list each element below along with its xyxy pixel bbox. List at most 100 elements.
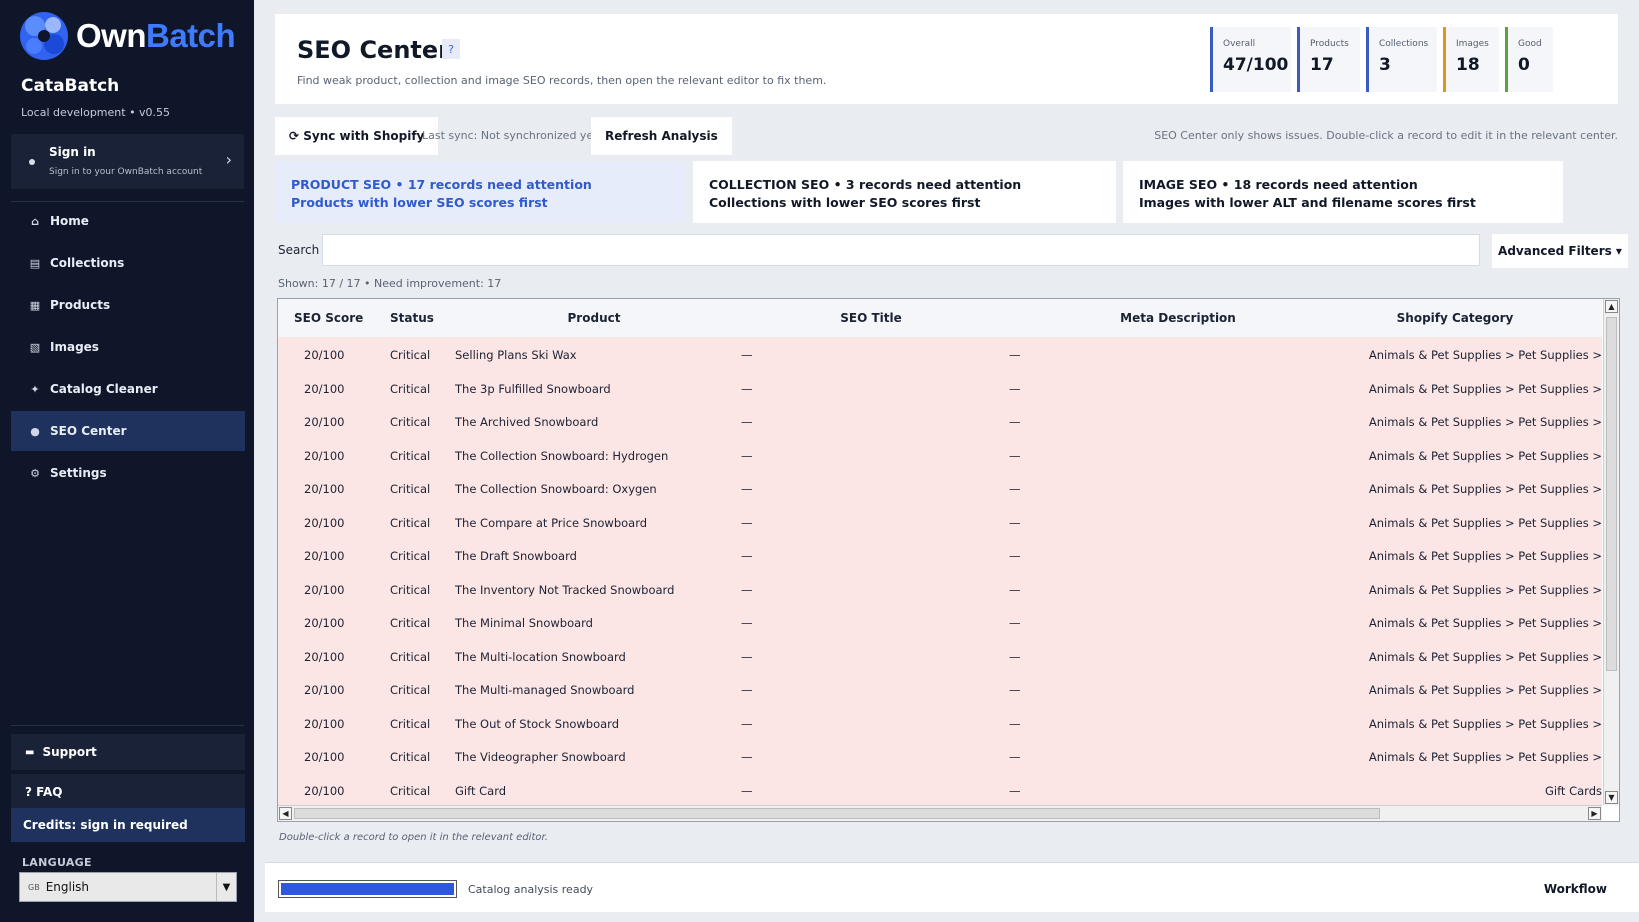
images-icon: ▧ [29,340,41,354]
table-row[interactable]: 20/100 Critical The 3p Fulfilled Snowboard… [278,371,1602,406]
column-header-product[interactable]: Product [444,311,744,325]
cell-seo-title: — [741,582,753,597]
column-header-meta-description[interactable]: Meta Description [1028,311,1328,325]
sidebar-item-label: Settings [50,466,107,480]
stat-label: Overall [1223,39,1256,49]
cell-meta-description: — [1009,381,1021,396]
language-label: LANGUAGE [22,856,92,869]
credits-badge[interactable]: Credits: sign in required [11,808,245,842]
gear-icon: ⚙ [30,466,40,480]
column-header-seo-score[interactable]: SEO Score [294,311,363,325]
faq-label: ? FAQ [25,785,63,799]
sidebar-item-label: Catalog Cleaner [50,382,158,396]
cell-shopify-category: Animals & Pet Supplies > Pet Supplies > [1368,683,1602,697]
seo-icon: ● [30,424,40,438]
sidebar-item-label: Images [50,340,99,354]
table-row[interactable]: 20/100 Critical The Collection Snowboard: … [278,471,1602,506]
table-body: 20/100 Critical Selling Plans Ski Wax — — Ani… [278,337,1602,805]
sidebar-item-images[interactable]: ▧ Images [11,327,245,367]
table-row[interactable]: 20/100 Critical Gift Card — — Gift Cards [278,773,1602,806]
horizontal-scroll-thumb[interactable] [294,808,1380,819]
cell-shopify-category: Animals & Pet Supplies > Pet Supplies > [1368,515,1602,530]
cell-meta-description: — [1009,515,1021,530]
search-input[interactable] [322,234,1480,266]
sign-in-title: Sign in [49,145,96,159]
help-icon[interactable]: ? [442,39,460,59]
cell-product: The Multi-managed Snowboard [455,683,635,697]
column-header-shopify-category[interactable]: Shopify Category [1305,311,1605,325]
scroll-right-icon[interactable]: ▶ [1588,807,1601,820]
cell-meta-description: — [1009,415,1021,429]
dropdown-arrow-icon[interactable]: ▼ [216,873,236,901]
table-row[interactable]: 20/100 Critical The Minimal Snowboard — — Ani… [278,605,1602,640]
scroll-up-icon[interactable]: ▲ [1605,300,1618,313]
cell-meta-description: — [1009,783,1021,798]
table-row[interactable]: 20/100 Critical The Inventory Not Tracked … [278,572,1602,607]
analysis-progress-bar [278,880,457,898]
page-title: SEO Center [297,36,450,64]
cell-meta-description: — [1009,482,1021,496]
scroll-down-icon[interactable]: ▼ [1605,791,1618,804]
language-select[interactable]: GB English ▼ [19,872,237,902]
stat-products: Products 17 [1297,27,1360,92]
table-row[interactable]: 20/100 Critical The Compare at Price Snowb… [278,505,1602,540]
cell-shopify-category: Animals & Pet Supplies > Pet Supplies > [1368,616,1602,630]
cell-seo-score: 20/100 [304,381,345,396]
faq-button[interactable]: ? FAQ [11,774,245,810]
cell-seo-score: 20/100 [304,716,345,731]
cell-status: Critical [390,616,431,630]
cell-status: Critical [390,348,431,362]
cell-seo-title: — [741,683,753,697]
sign-in-button[interactable]: Sign in Sign in to your OwnBatch account… [11,134,244,189]
cell-shopify-category: Animals & Pet Supplies > Pet Supplies > [1368,750,1602,764]
product-seo-card[interactable]: PRODUCT SEO • 17 records need attention … [275,161,686,223]
horizontal-scrollbar[interactable]: ◀ ▶ [278,805,1602,821]
support-button[interactable]: ▬ Support [11,734,245,770]
table-row[interactable]: 20/100 Critical The Draft Snowboard — — Anima… [278,538,1602,573]
collection-seo-card[interactable]: COLLECTION SEO • 3 records need attentio… [693,161,1116,223]
cell-seo-score: 20/100 [304,549,345,563]
support-icon: ▬ [25,746,35,758]
sidebar-item-home[interactable]: ⌂ Home [11,201,245,241]
refresh-analysis-button[interactable]: Refresh Analysis [591,117,732,155]
vertical-scrollbar[interactable]: ▲ ▼ [1603,299,1619,805]
sidebar-item-products[interactable]: ▦ Products [11,285,245,325]
cell-product: The Videographer Snowboard [455,750,626,764]
table-row[interactable]: 20/100 Critical The Collection Snowboard: … [278,438,1602,473]
column-header-seo-title[interactable]: SEO Title [721,311,1021,325]
stat-good: Good 0 [1505,27,1553,92]
sidebar-divider [11,725,244,726]
table-row[interactable]: 20/100 Critical The Archived Snowboard — — An… [278,404,1602,439]
cell-product: The Out of Stock Snowboard [455,716,620,731]
table-row[interactable]: 20/100 Critical The Multi-managed Snowboar… [278,672,1602,707]
collection-seo-card-subtitle: Collections with lower SEO scores first [709,195,981,210]
advanced-filters-button[interactable]: Advanced Filters ▾ [1492,234,1628,268]
cell-seo-score: 20/100 [304,482,345,496]
sync-shopify-button[interactable]: ⟳ Sync with Shopify [275,117,439,155]
table-row[interactable]: 20/100 Critical The Out of Stock Snowboard… [278,706,1602,741]
cell-shopify-category: Gift Cards [1544,783,1602,798]
sidebar-item-seo-center[interactable]: ● SEO Center [11,411,245,451]
cell-product: The Draft Snowboard [455,549,577,563]
sidebar-item-collections[interactable]: ▤ Collections [11,243,245,283]
sparkle-icon: ✦ [30,382,40,396]
vertical-scroll-thumb[interactable] [1606,317,1617,671]
brand-name-batch: Batch [146,17,236,54]
stat-label: Images [1456,39,1489,49]
toolbar-hint: SEO Center only shows issues. Double-cli… [1154,129,1618,142]
sidebar-item-settings[interactable]: ⚙ Settings [11,453,245,493]
scroll-left-icon[interactable]: ◀ [279,807,292,820]
table-row[interactable]: 20/100 Critical Selling Plans Ski Wax — — Ani… [278,337,1602,372]
sidebar-item-catalog-cleaner[interactable]: ✦ Catalog Cleaner [11,369,245,409]
image-seo-card[interactable]: IMAGE SEO • 18 records need attention Im… [1123,161,1563,223]
table-row[interactable]: 20/100 Critical The Multi-location Snowboa… [278,639,1602,674]
cell-product: The Compare at Price Snowboard [455,515,648,530]
cell-meta-description: — [1009,683,1021,697]
cell-product: Selling Plans Ski Wax [455,348,577,362]
stat-overall: Overall 47/100 [1210,27,1291,92]
cell-product: The Multi-location Snowboard [455,649,626,664]
column-header-status[interactable]: Status [390,311,434,325]
collection-seo-card-title: COLLECTION SEO • 3 records need attentio… [709,177,1022,192]
table-row[interactable]: 20/100 Critical The Videographer Snowboard… [278,739,1602,774]
workflow-button[interactable]: Workflow [1544,882,1607,896]
